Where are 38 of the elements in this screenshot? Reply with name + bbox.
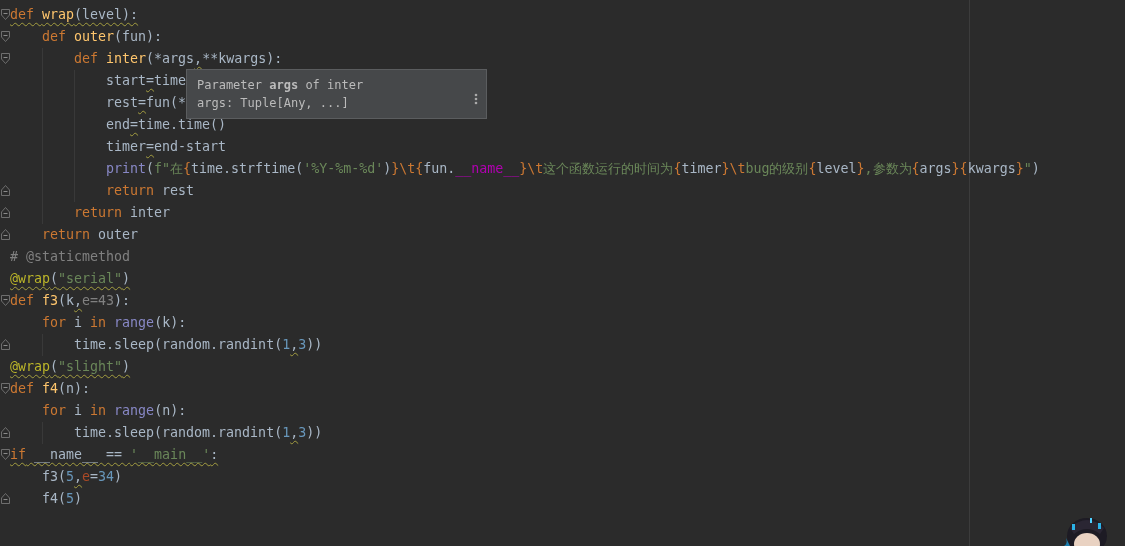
- code-line: f3(5,e=34): [42, 468, 123, 486]
- code-line: time.sleep(random.randint(1,3)): [74, 424, 323, 442]
- code-line: def outer(fun):: [42, 28, 163, 46]
- code-line: time.sleep(random.randint(1,3)): [74, 336, 323, 354]
- fold-icon[interactable]: [1, 383, 10, 394]
- code-line: timer=end-start: [106, 138, 227, 156]
- fold-icon[interactable]: [1, 229, 10, 240]
- code-line: rest=fun(*: [106, 94, 187, 112]
- fold-icon[interactable]: [1, 295, 10, 306]
- code-line: end=time.time(): [106, 116, 227, 134]
- code-line: start=time: [106, 72, 187, 90]
- fold-icon[interactable]: [1, 339, 10, 350]
- code-line: return inter: [74, 204, 171, 222]
- code-line: for i in range(n):: [42, 402, 187, 420]
- code-line: @wrap("slight"): [10, 358, 131, 376]
- fold-icon[interactable]: [1, 9, 10, 20]
- code-line: for i in range(k):: [42, 314, 187, 332]
- code-line: if __name__ == '__main__':: [10, 446, 219, 465]
- code-line: print(f"在{time.strftime('%Y-%m-%d')}\t{fun.__name__}\t这个函数运行的时间为{timer}\tbug的级别{level},参数为{args}{kwargs}"): [106, 160, 1040, 179]
- code-line: def inter(*args,**kwargs):: [74, 50, 283, 68]
- code-line: def f4(n):: [10, 380, 91, 398]
- code-line: def f3(k,e=43):: [10, 292, 131, 310]
- code-line: return outer: [42, 226, 139, 244]
- code-line: @wrap("serial"): [10, 270, 131, 288]
- code-line: f4(5): [42, 490, 83, 508]
- fold-icon[interactable]: [1, 449, 10, 460]
- fold-icon[interactable]: [1, 207, 10, 218]
- code-line: def wrap(level):: [10, 6, 139, 24]
- tooltip-text: Parameter args of inter: [197, 77, 365, 94]
- fold-icon[interactable]: [1, 185, 10, 196]
- fold-icon[interactable]: [1, 53, 10, 64]
- fold-icon[interactable]: [1, 427, 10, 438]
- code-line: return rest: [106, 182, 195, 200]
- code-line: # @staticmethod: [10, 248, 131, 266]
- fold-icon[interactable]: [1, 31, 10, 42]
- more-icon[interactable]: [474, 93, 478, 105]
- tooltip-text: args: Tuple[Any, ...]: [197, 95, 350, 112]
- fold-icon[interactable]: [1, 493, 10, 504]
